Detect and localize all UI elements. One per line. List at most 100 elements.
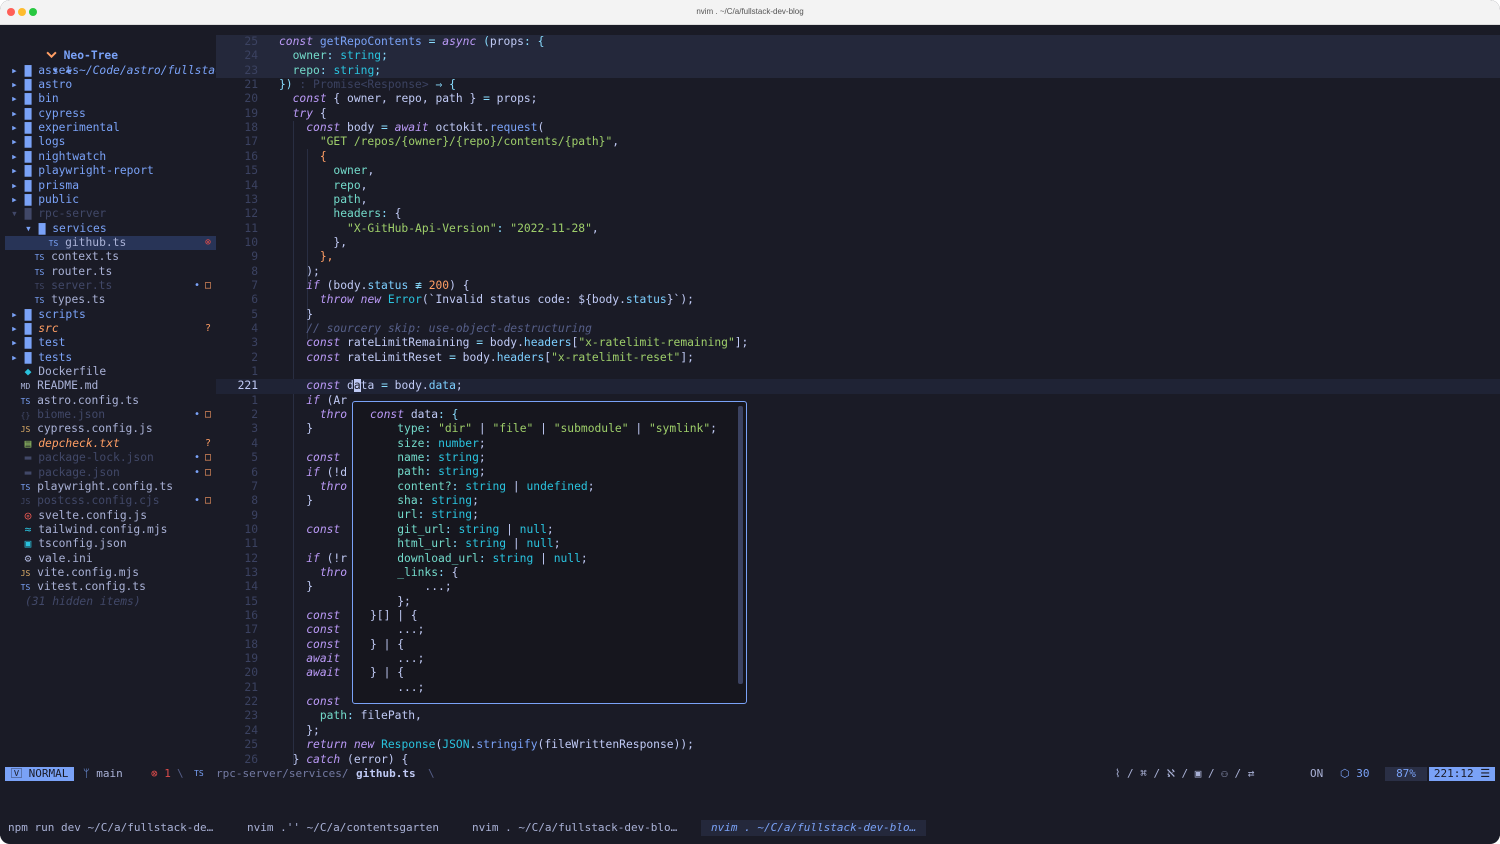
code-line[interactable]: 10 }, — [216, 236, 1500, 250]
tree-item-nightwatch[interactable]: ▸ ▇ nightwatch — [5, 150, 216, 164]
separator: \ — [177, 767, 184, 780]
line-number: 14 — [244, 580, 258, 594]
tree-item-test[interactable]: ▸ ▇ test — [5, 336, 216, 350]
tmux-tab[interactable]: npm run dev ~/C/a/fullstack-de… — [8, 820, 213, 836]
code-text: const getRepoContents = async (props: { — [279, 35, 545, 48]
tree-item--31-hidden-items-[interactable]: (31 hidden items) — [5, 595, 216, 609]
code-line[interactable]: 221 const data = body.data; — [216, 379, 1500, 394]
folder-icon: ▸ ▇ — [11, 121, 32, 135]
code-line[interactable]: 26 } catch (error) { — [216, 753, 1500, 766]
tree-item-cypress[interactable]: ▸ ▇ cypress — [5, 107, 216, 121]
code-line[interactable]: 7 if (body.status ≢ 200) { — [216, 279, 1500, 293]
tree-item-services[interactable]: ▾ ▇ services — [5, 222, 216, 236]
code-line[interactable]: 12 headers: { — [216, 207, 1500, 221]
tree-item-server-ts[interactable]: TS server.ts • □ — [5, 279, 216, 293]
code-line[interactable]: 23 repo: string; — [216, 63, 1500, 79]
tree-item-depcheck-txt[interactable]: ▤ depcheck.txt? — [5, 437, 216, 451]
code-line[interactable]: 16 { — [216, 150, 1500, 164]
code-line[interactable]: 8 ); — [216, 265, 1500, 279]
code-line[interactable]: 23 path: filePath, — [216, 709, 1500, 723]
folder-open-icon: ▾ ▇ — [25, 221, 46, 235]
code-text: }, — [319, 250, 334, 264]
tree-item-label: types.ts — [51, 293, 106, 307]
tree-item-label: assets — [38, 63, 80, 77]
code-line[interactable]: 11 "X-GitHub-Api-Version": "2022-11-28", — [216, 222, 1500, 236]
tmux-tab[interactable]: nvim .'' ~/C/a/contentsgarten — [247, 820, 439, 836]
tree-item-package-json[interactable]: ▬ package.json • □ — [5, 466, 216, 480]
tree-item-playwright-config-ts[interactable]: TS playwright.config.ts — [5, 480, 216, 494]
line-number: 11 — [244, 221, 258, 235]
lines-icon: ☰ — [1473, 767, 1491, 780]
code-text: "X-GitHub-Api-Version": "2022-11-28", — [347, 221, 599, 235]
tree-item-dockerfile[interactable]: ◆ Dockerfile — [5, 365, 216, 379]
code-line[interactable]: 14 repo, — [216, 179, 1500, 193]
tree-item-astro-config-ts[interactable]: TS astro.config.ts — [5, 394, 216, 408]
tree-item-label: test — [38, 336, 66, 350]
code-line[interactable]: 25 return new Response(JSON.stringify(fi… — [216, 738, 1500, 752]
hover-line: name: string; — [397, 451, 486, 465]
tree-item-experimental[interactable]: ▸ ▇ experimental — [5, 121, 216, 135]
tree-item-logs[interactable]: ▸ ▇ logs — [5, 135, 216, 149]
tree-item-bin[interactable]: ▸ ▇ bin — [5, 92, 216, 106]
git-status-icon: □ — [204, 466, 212, 478]
tree-item-tsconfig-json[interactable]: ▣ tsconfig.json — [5, 537, 216, 551]
tmux-tab[interactable]: nvim . ~/C/a/fullstack-dev-blo… — [472, 820, 677, 836]
tree-item-vite-config-mjs[interactable]: JS vite.config.mjs — [5, 566, 216, 580]
text-file-icon: ▤ — [11, 436, 32, 450]
tree-item-biome-json[interactable]: {} biome.json • □ — [5, 408, 216, 422]
tree-item-public[interactable]: ▸ ▇ public — [5, 193, 216, 207]
tree-item-assets[interactable]: ▸ ▇ assets — [5, 64, 216, 78]
tree-item-types-ts[interactable]: TS types.ts — [5, 293, 216, 307]
code-line[interactable]: 25 const getRepoContents = async (props: … — [216, 35, 1500, 50]
hover-documentation-popup[interactable]: const data: { type: "dir" | "file" | "su… — [352, 401, 747, 704]
line-number: 22 — [244, 695, 258, 709]
tree-item-package-lock-json[interactable]: ▬ package-lock.json • □ — [5, 451, 216, 465]
tree-item-src[interactable]: ▸ ▇ src? — [5, 322, 216, 336]
line-number: 8 — [251, 494, 258, 508]
folder-icon: ▸ ▇ — [11, 106, 32, 120]
tree-item-tailwind-config-mjs[interactable]: ≈ tailwind.config.mjs — [5, 523, 216, 537]
git-status-icon: □ — [204, 409, 212, 421]
hover-line: }[] | { — [370, 608, 418, 622]
tree-item-cypress-config-js[interactable]: JS cypress.config.js — [5, 422, 216, 436]
tree-item-vitest-config-ts[interactable]: TS vitest.config.ts — [5, 580, 216, 594]
code-line[interactable]: 2 const rateLimitReset = body.headers["x… — [216, 351, 1500, 365]
code-line[interactable]: 6 throw new Error(`Invalid status code: … — [216, 293, 1500, 307]
code-line[interactable]: 4 // sourcery skip: use-object-destructu… — [216, 322, 1500, 336]
code-line[interactable]: 24 }; — [216, 724, 1500, 738]
code-line[interactable]: 17 "GET /repos/{owner}/{repo}/contents/{… — [216, 135, 1500, 149]
line-number: 221 — [237, 379, 258, 393]
tree-item-label: scripts — [38, 307, 86, 321]
folder-icon: ▸ ▇ — [11, 164, 32, 178]
neo-tree-root[interactable]: ▾ ▰ ~/Code/astro/fullstack-dev- — [5, 49, 263, 77]
tree-item-context-ts[interactable]: TS context.ts — [5, 250, 216, 264]
code-text: if (!r — [306, 551, 348, 565]
tree-item-prisma[interactable]: ▸ ▇ prisma — [5, 179, 216, 193]
code-line[interactable]: 5 } — [216, 308, 1500, 322]
code-line[interactable]: 9 }, — [216, 250, 1500, 264]
tree-item-playwright-report[interactable]: ▸ ▇ playwright-report — [5, 164, 216, 178]
tree-item-svelte-config-js[interactable]: ◎ svelte.config.js — [5, 509, 216, 523]
code-line[interactable]: 3 const rateLimitRemaining = body.header… — [216, 336, 1500, 350]
code-line[interactable]: 19 try { — [216, 107, 1500, 121]
code-line[interactable]: 18 const body = await octokit.request( — [216, 121, 1500, 135]
code-line[interactable]: 21}) : Promise<Response> ⇒ { — [216, 78, 1500, 92]
tree-item-scripts[interactable]: ▸ ▇ scripts — [5, 308, 216, 322]
tree-item-postcss-config-cjs[interactable]: JS postcss.config.cjs • □ — [5, 494, 216, 508]
tree-item-label: public — [38, 192, 80, 206]
git-status-icon: ? — [204, 323, 212, 334]
tree-item-tests[interactable]: ▸ ▇ tests — [5, 351, 216, 365]
tree-item-readme-md[interactable]: MD README.md — [5, 379, 216, 393]
tree-item-vale-ini[interactable]: ⚙ vale.ini — [5, 552, 216, 566]
code-text: throw new Error(`Invalid status code: ${… — [319, 293, 694, 307]
tmux-tab[interactable]: nvim . ~/C/a/fullstack-dev-blo… — [701, 820, 927, 836]
code-line[interactable]: 13 path, — [216, 193, 1500, 207]
tree-item-router-ts[interactable]: TS router.ts — [5, 265, 216, 279]
tree-item-rpc-server[interactable]: ▾ ▇ rpc-server — [5, 207, 216, 221]
code-line[interactable]: 1 — [216, 365, 1500, 379]
code-line[interactable]: 15 owner, — [216, 164, 1500, 178]
tree-item-astro[interactable]: ▸ ▇ astro — [5, 78, 216, 92]
code-line[interactable]: 24 owner: string; — [216, 49, 1500, 64]
code-line[interactable]: 20 const { owner, repo, path } = props; — [216, 92, 1500, 106]
tree-item-github-ts[interactable]: TS github.ts ⊗ — [5, 235, 216, 251]
